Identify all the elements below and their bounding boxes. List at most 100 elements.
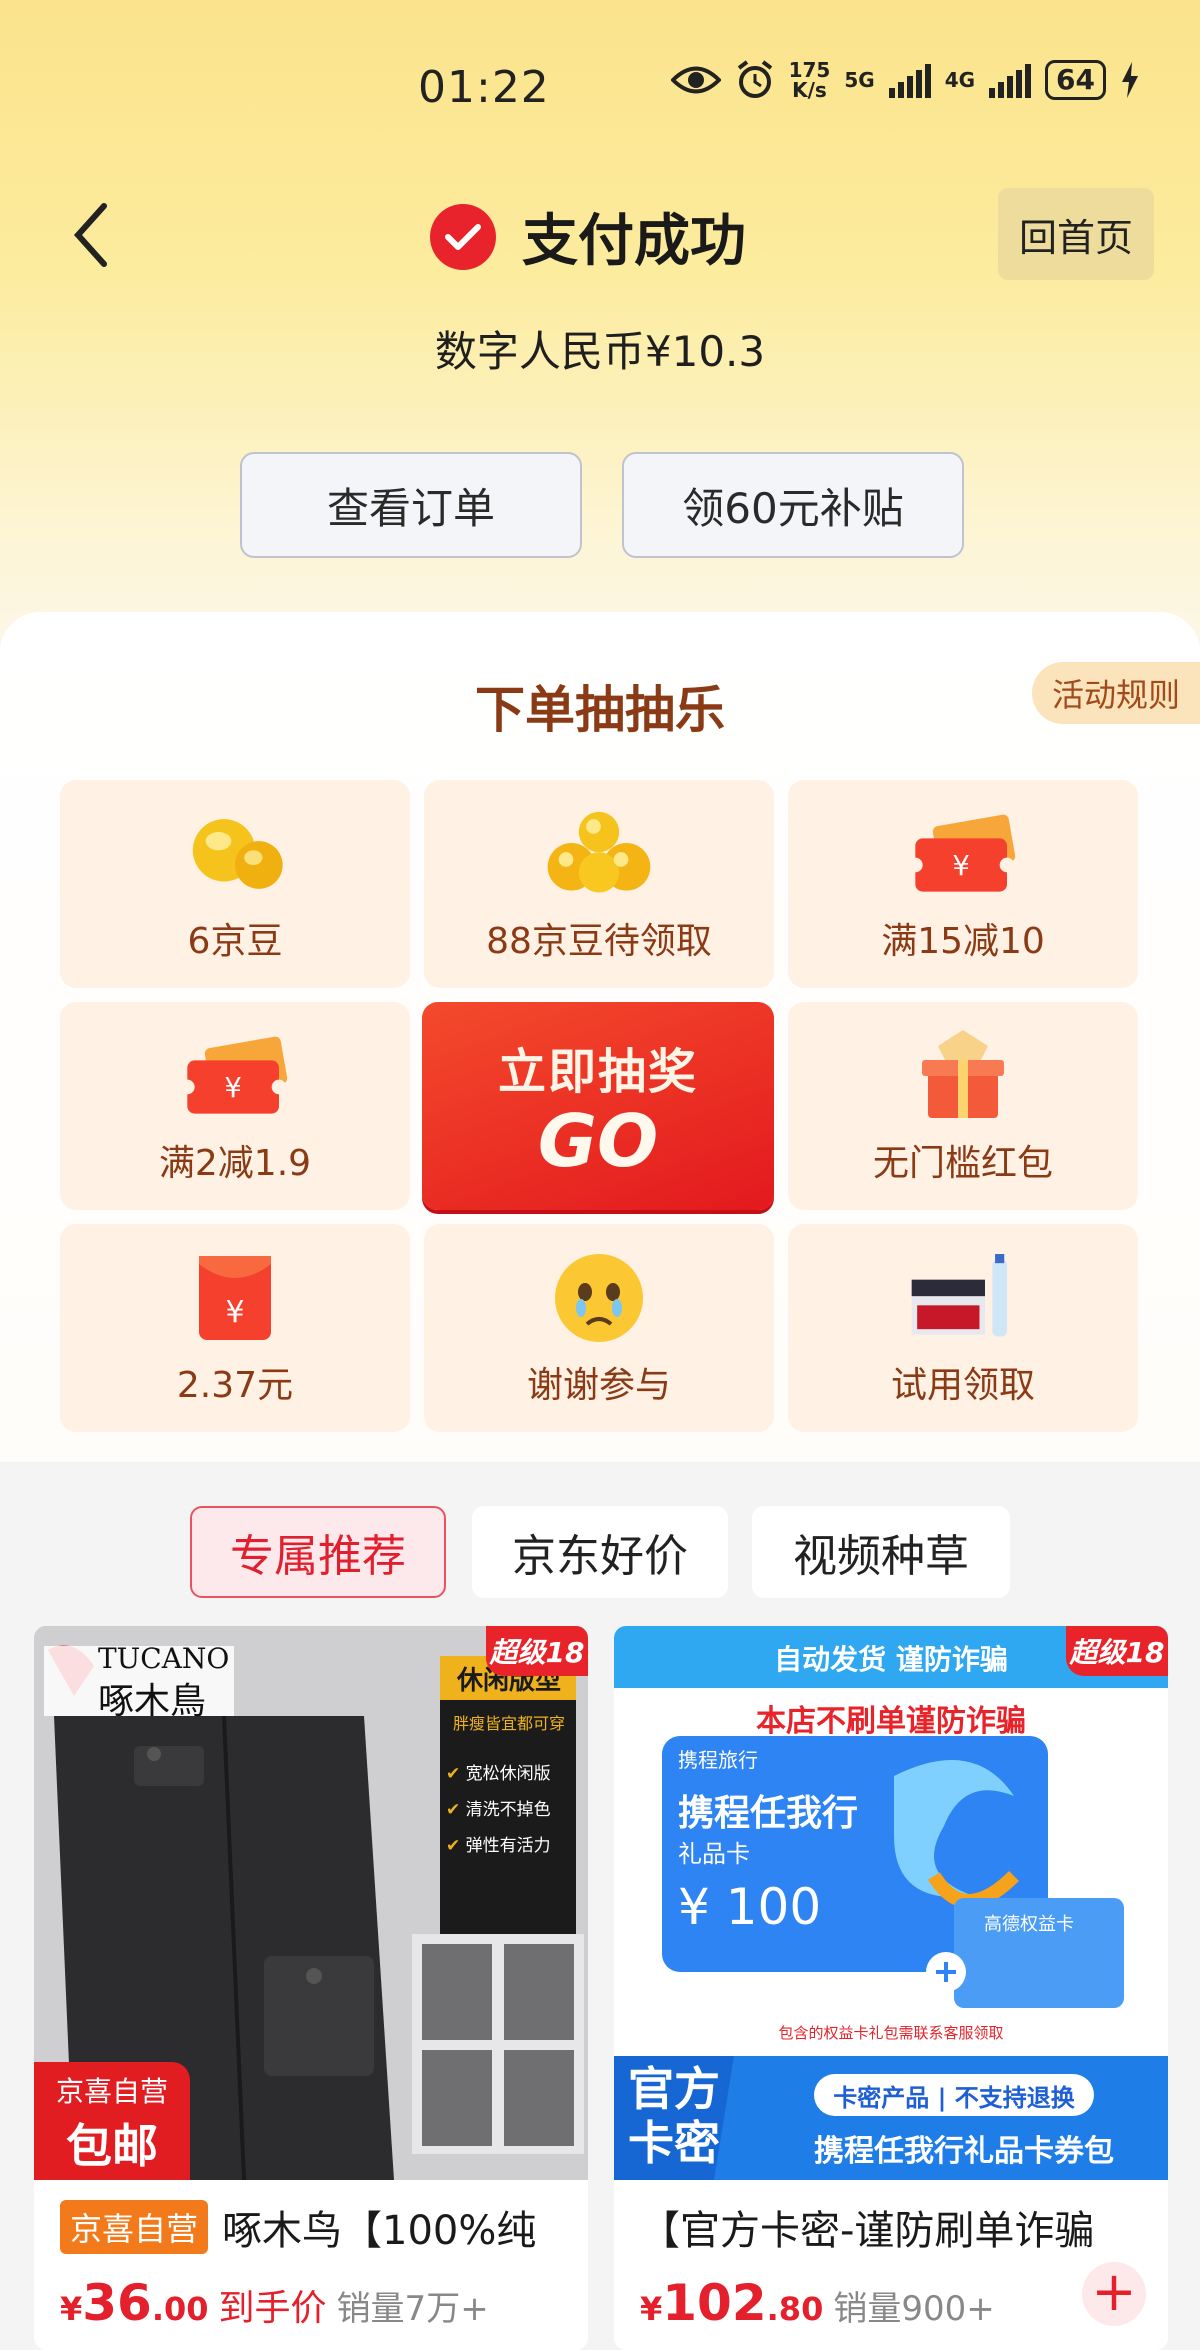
status-bar: 01:22 175 K/s 5G 4G 64 xyxy=(0,0,1200,180)
card-brand: 携程旅行 xyxy=(678,1748,758,1772)
product-card[interactable]: TUCANO 啄木鳥 休闲版型 胖瘦皆宜都可穿 ✔ 宽松休闲版 ✔ 清洗不掉色 … xyxy=(34,1626,588,2350)
product-title: 京喜自营 啄木鸟【100%纯 xyxy=(60,2198,580,2256)
alarm-icon xyxy=(737,60,772,98)
charging-icon xyxy=(1122,62,1138,98)
product-price: ¥36.00 xyxy=(60,2274,209,2332)
prize-label: 满15减10 xyxy=(881,921,1045,962)
home-button[interactable]: 回首页 xyxy=(998,188,1154,280)
prize-cell: 6京豆 xyxy=(60,780,410,988)
net-5g-label: 5G xyxy=(844,68,875,92)
brand-cn: 啄木鳥 xyxy=(98,1681,207,1722)
card-subtitle: 礼品卡 xyxy=(678,1840,750,1868)
price-int: 102 xyxy=(662,2274,767,2332)
coupon-icon: ¥ xyxy=(180,1028,290,1124)
feature-text: 弹性有活力 xyxy=(465,1836,551,1856)
self-operated-tag: 京喜自营 xyxy=(60,2200,209,2254)
title-group: 支付成功 xyxy=(430,196,746,277)
price-dec: .00 xyxy=(151,2290,209,2328)
feature-item: ✔ 清洗不掉色 xyxy=(446,1800,551,1820)
check-circle-icon xyxy=(430,203,496,270)
add-to-cart-button[interactable]: + xyxy=(1082,2262,1146,2326)
price-currency: ¥ xyxy=(640,2290,663,2328)
product-name-text: 啄木鸟【100%纯 xyxy=(222,2208,537,2254)
svg-text:¥: ¥ xyxy=(952,850,970,882)
prize-label: 6京豆 xyxy=(187,921,283,962)
bottom-title: 携程任我行礼品卡券包 xyxy=(814,2134,1114,2169)
back-button[interactable] xyxy=(70,200,130,270)
prize-label: 满2减1.9 xyxy=(158,1143,312,1184)
free-shipping-tag: 京喜自营 包邮 xyxy=(34,2062,190,2180)
price-row: ¥102.80 销量900+ xyxy=(640,2274,995,2332)
red-envelope-icon: ¥ xyxy=(180,1250,290,1346)
tab-jd-good-price[interactable]: 京东好价 xyxy=(472,1506,728,1598)
banner-warning: 本店不刷单谨防诈骗 xyxy=(756,1704,1026,1739)
prize-cell: ¥ 满2减1.9 xyxy=(60,1002,410,1210)
official-line1: 官方 xyxy=(628,2062,720,2116)
coupon-icon: ¥ xyxy=(908,806,1018,902)
prize-cell: ¥ 满15减10 xyxy=(788,780,1138,988)
prize-label: 谢谢参与 xyxy=(526,1365,671,1406)
product-box-icon xyxy=(908,1250,1018,1346)
page-title: 支付成功 xyxy=(522,209,746,274)
claim-subsidy-button[interactable]: 领60元补贴 xyxy=(622,452,964,558)
side-sub: 胖瘦皆宜都可穿 xyxy=(452,1714,565,1733)
super18-badge: 超级18 xyxy=(1066,1626,1168,1676)
feature-item: ✔ 宽松休闲版 xyxy=(446,1764,551,1784)
svg-text:¥: ¥ xyxy=(224,1072,242,1104)
plus-icon: + xyxy=(1091,2260,1137,2323)
payment-amount: 数字人民币¥10.3 xyxy=(434,327,766,376)
lottery-title: 下单抽抽乐 xyxy=(475,681,725,739)
network-speed: 175 K/s xyxy=(789,60,831,100)
signal-icon xyxy=(888,62,931,98)
speed-value: 175 xyxy=(788,58,831,82)
tab-exclusive-recommend[interactable]: 专属推荐 xyxy=(190,1506,446,1598)
draw-label: 立即抽奖 xyxy=(497,1044,698,1100)
brand-en: TUCANO xyxy=(98,1642,230,1675)
card-small-label: 高德权益卡 xyxy=(984,1914,1074,1935)
feature-text: 清洗不掉色 xyxy=(465,1800,551,1820)
draw-go-button[interactable]: 立即抽奖 GO xyxy=(422,1002,774,1210)
product-card[interactable]: 自动发货 谨防诈骗 本店不刷单谨防诈骗 携程旅行 携程任我行 礼品卡 ¥ 100… xyxy=(614,1626,1168,2350)
prize-cell: 无门槛红包 xyxy=(788,1002,1138,1210)
product-image: 自动发货 谨防诈骗 本店不刷单谨防诈骗 携程旅行 携程任我行 礼品卡 ¥ 100… xyxy=(614,1626,1168,2180)
price-dec: .80 xyxy=(766,2290,824,2328)
lottery-card: 下单抽抽乐 活动规则 6京豆 88京豆待领取 ¥ 满15减10 ¥ 满2减1.9… xyxy=(0,612,1200,1462)
prize-cell: ¥ 2.37元 xyxy=(60,1224,410,1432)
price-row: ¥36.00 到手价 销量7万+ xyxy=(60,2274,489,2332)
prize-label: 试用领取 xyxy=(890,1365,1035,1406)
sales-count: 销量900+ xyxy=(833,2289,995,2329)
svg-text:¥: ¥ xyxy=(225,1295,244,1330)
product-image: TUCANO 啄木鳥 休闲版型 胖瘦皆宜都可穿 ✔ 宽松休闲版 ✔ 清洗不掉色 … xyxy=(34,1626,588,2180)
prize-cell: 谢谢参与 xyxy=(424,1224,774,1432)
nonrefundable-pill: 卡密产品 | 不支持退换 xyxy=(833,2084,1075,2112)
prize-cell: 88京豆待领取 xyxy=(424,780,774,988)
super18-badge: 超级18 xyxy=(486,1626,588,1676)
tab-video-picks[interactable]: 视频种草 xyxy=(752,1506,1010,1598)
crying-face-icon xyxy=(544,1250,654,1346)
prize-label: 2.37元 xyxy=(176,1365,294,1406)
card-title: 携程任我行 xyxy=(678,1793,859,1834)
price-int: 36 xyxy=(82,2274,152,2332)
signal-icon xyxy=(989,62,1032,98)
ship-tag-line2: 包邮 xyxy=(66,2119,158,2173)
activity-rules-button[interactable]: 活动规则 xyxy=(1032,662,1200,724)
official-label: 官方 卡密 xyxy=(628,2062,720,2170)
product-price: ¥102.80 xyxy=(640,2274,823,2332)
card-value: ¥ 100 xyxy=(678,1878,822,1936)
ship-tag-line1: 京喜自营 xyxy=(55,2075,168,2108)
status-icons: 175 K/s 5G 4G 64 xyxy=(670,60,1140,100)
prize-label: 无门槛红包 xyxy=(872,1143,1053,1184)
bean-icon xyxy=(180,806,290,902)
status-time: 01:22 xyxy=(418,62,550,113)
view-order-button[interactable]: 查看订单 xyxy=(240,452,582,558)
card-note: 包含的权益卡礼包需联系客服领取 xyxy=(778,2024,1004,2042)
feature-list: ✔ 宽松休闲版 ✔ 清洗不掉色 ✔ 弹性有活力 xyxy=(446,1756,576,1864)
price-note: 到手价 xyxy=(218,2288,327,2329)
feature-item: ✔ 弹性有活力 xyxy=(446,1836,551,1856)
sales-count: 销量7万+ xyxy=(336,2289,489,2329)
product-name-text: 【官方卡密-谨防刷单诈骗 xyxy=(640,2208,1095,2254)
gift-box-icon xyxy=(908,1028,1018,1124)
price-currency: ¥ xyxy=(60,2290,83,2328)
net-4g-label: 4G xyxy=(944,68,976,92)
beans-pile-icon xyxy=(544,806,654,902)
